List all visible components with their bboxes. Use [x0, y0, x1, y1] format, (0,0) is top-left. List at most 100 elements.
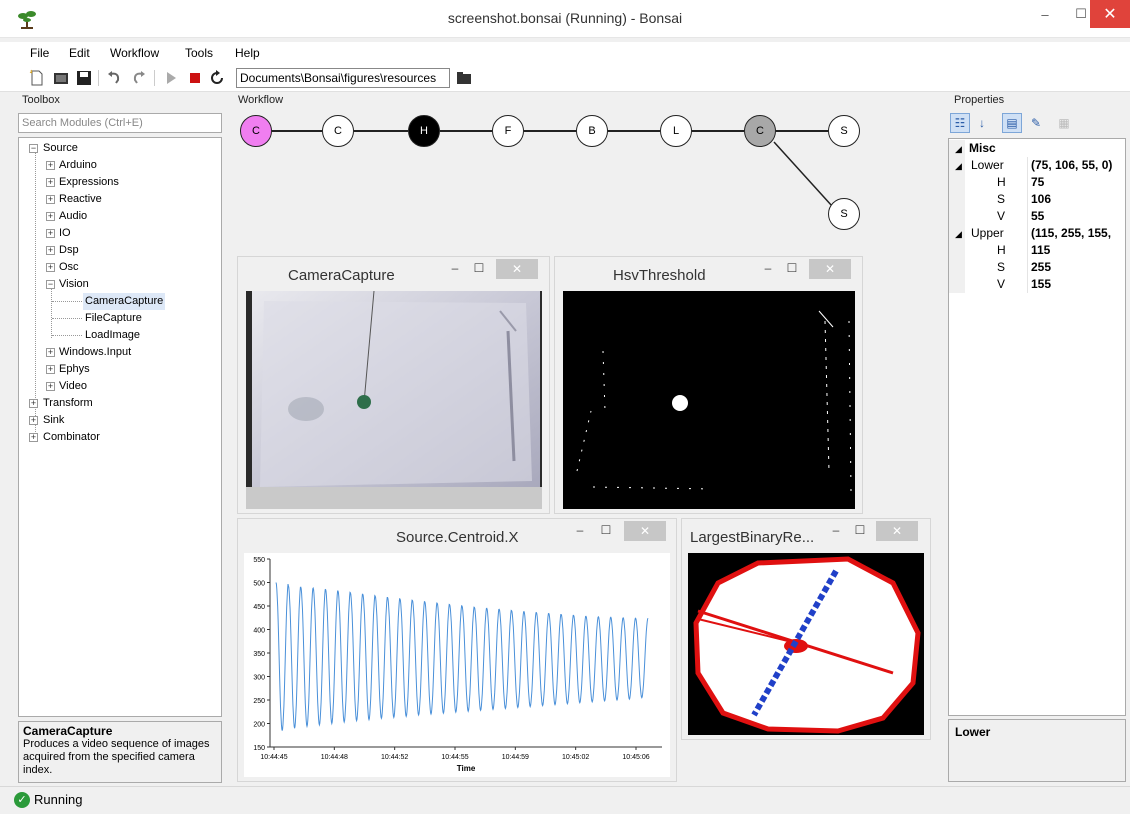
toolbox-description: CameraCapture Produces a video sequence …: [18, 721, 222, 783]
property-value[interactable]: (115, 255, 155,: [1031, 225, 1111, 242]
property-pages-icon[interactable]: ▦: [1054, 113, 1074, 133]
collapse-icon[interactable]: ◢: [955, 158, 962, 175]
property-row-lower-s[interactable]: S 106: [949, 191, 1125, 208]
visualizer-close-button[interactable]: ✕: [624, 521, 666, 541]
property-row-upper-h[interactable]: H 115: [949, 242, 1125, 259]
workflow-edge: [776, 130, 828, 132]
save-icon[interactable]: [75, 69, 93, 87]
tree-item-loadimage[interactable]: LoadImage: [85, 327, 140, 344]
collapse-toggle[interactable]: −: [46, 280, 55, 289]
y-tick-label: 550: [253, 557, 265, 564]
running-check-icon: ✓: [14, 792, 30, 808]
x-tick-label: 10:45:02: [562, 754, 589, 761]
property-value[interactable]: 55: [1031, 208, 1044, 225]
visualizer-minimize-button[interactable]: –: [570, 521, 590, 541]
visualizer-maximize-button[interactable]: ☐: [782, 259, 802, 279]
collapse-toggle[interactable]: −: [29, 144, 38, 153]
visualizer-maximize-button[interactable]: ☐: [850, 521, 870, 541]
menu-bar: File Edit Workflow Tools Help: [0, 42, 1130, 64]
property-grid[interactable]: ◢ Misc ◢ Lower (75, 106, 55, 0) H 75 S 1…: [948, 138, 1126, 716]
properties-view-icon[interactable]: ▤: [1002, 113, 1022, 133]
menu-help[interactable]: Help: [235, 46, 260, 60]
property-value[interactable]: 115: [1031, 242, 1050, 259]
workflow-node[interactable]: F: [492, 115, 524, 147]
property-value[interactable]: (75, 106, 55, 0): [1031, 157, 1112, 174]
collapse-icon[interactable]: ◢: [955, 141, 962, 158]
expand-toggle[interactable]: +: [29, 416, 38, 425]
workflow-node-hsvthreshold[interactable]: H: [408, 115, 440, 147]
workflow-node[interactable]: L: [660, 115, 692, 147]
menu-edit[interactable]: Edit: [69, 46, 90, 60]
expand-toggle[interactable]: +: [46, 365, 55, 374]
expand-toggle[interactable]: +: [46, 161, 55, 170]
property-row-upper-v[interactable]: V 155: [949, 276, 1125, 293]
visualizer-minimize-button[interactable]: –: [826, 521, 846, 541]
tree-item-filecapture[interactable]: FileCapture: [85, 310, 142, 327]
expand-toggle[interactable]: +: [46, 263, 55, 272]
workflow-edge: [692, 130, 744, 132]
y-tick-label: 400: [253, 628, 265, 635]
visualizer-close-button[interactable]: ✕: [496, 259, 538, 279]
expand-toggle[interactable]: +: [46, 178, 55, 187]
y-tick-label: 250: [253, 698, 265, 705]
working-directory-field[interactable]: Documents\Bonsai\figures\resources: [236, 68, 450, 88]
property-value[interactable]: 106: [1031, 191, 1051, 208]
undo-icon[interactable]: [105, 69, 123, 87]
restart-icon[interactable]: [208, 69, 226, 87]
collapse-icon[interactable]: ◢: [955, 226, 962, 243]
start-icon[interactable]: [162, 69, 180, 87]
x-tick-label: 10:44:48: [321, 754, 348, 761]
menu-workflow[interactable]: Workflow: [110, 46, 159, 60]
centroid-line-chart[interactable]: 550 500 450 400 350 300 250 200 150 10:44:45 10:44…: [244, 553, 670, 777]
menu-file[interactable]: File: [30, 46, 49, 60]
workflow-node-cameracapture[interactable]: C: [240, 115, 272, 147]
visualizer-maximize-button[interactable]: ☐: [469, 259, 489, 279]
properties-label: Properties: [954, 94, 1005, 106]
sort-alphabetical-icon[interactable]: ↓: [972, 113, 992, 133]
y-tick-label: 200: [253, 722, 265, 729]
visualizer-minimize-button[interactable]: –: [445, 259, 465, 279]
expand-toggle[interactable]: +: [46, 382, 55, 391]
property-row-upper[interactable]: ◢ Upper (115, 255, 155,: [949, 225, 1125, 242]
expand-toggle[interactable]: +: [46, 229, 55, 238]
minimize-button[interactable]: –: [1027, 0, 1063, 28]
tree-item-cameracapture[interactable]: CameraCapture: [83, 293, 166, 310]
expand-toggle[interactable]: +: [29, 433, 38, 442]
expand-toggle[interactable]: +: [46, 195, 55, 204]
browse-folder-icon[interactable]: [455, 69, 473, 87]
property-row-lower[interactable]: ◢ Lower (75, 106, 55, 0): [949, 157, 1125, 174]
workflow-node[interactable]: C: [322, 115, 354, 147]
visualizer-maximize-button[interactable]: ☐: [596, 521, 616, 541]
property-row-lower-h[interactable]: H 75: [949, 174, 1125, 191]
close-button[interactable]: ✕: [1090, 0, 1130, 28]
property-value[interactable]: 155: [1031, 276, 1051, 293]
workflow-node[interactable]: S: [828, 198, 860, 230]
expand-toggle[interactable]: +: [46, 246, 55, 255]
property-row-upper-s[interactable]: S 255: [949, 259, 1125, 276]
property-row-lower-v[interactable]: V 55: [949, 208, 1125, 225]
workflow-node[interactable]: S: [828, 115, 860, 147]
description-title: CameraCapture: [23, 724, 113, 738]
redo-icon[interactable]: [130, 69, 148, 87]
property-value[interactable]: 255: [1031, 259, 1051, 276]
open-folder-icon[interactable]: [52, 69, 70, 87]
toolbox-tree[interactable]: − Source + Arduino + Expressions + React…: [18, 137, 222, 717]
visualizer-close-button[interactable]: ✕: [876, 521, 918, 541]
search-modules-input[interactable]: Search Modules (Ctrl+E): [18, 113, 222, 133]
visualizer-close-button[interactable]: ✕: [809, 259, 851, 279]
expand-toggle[interactable]: +: [46, 212, 55, 221]
workflow-edge-branch: [773, 141, 833, 207]
expand-toggle[interactable]: +: [29, 399, 38, 408]
property-category-misc[interactable]: ◢ Misc: [949, 140, 1125, 157]
events-view-icon[interactable]: ✎: [1026, 113, 1046, 133]
expand-toggle[interactable]: +: [46, 348, 55, 357]
stop-icon[interactable]: [186, 69, 204, 87]
tree-connector: [52, 318, 82, 319]
workflow-node[interactable]: B: [576, 115, 608, 147]
workflow-node[interactable]: C: [744, 115, 776, 147]
menu-tools[interactable]: Tools: [185, 46, 213, 60]
property-value[interactable]: 75: [1031, 174, 1044, 191]
visualizer-minimize-button[interactable]: –: [758, 259, 778, 279]
new-file-icon[interactable]: [28, 69, 46, 87]
categorized-icon[interactable]: ☷: [950, 113, 970, 133]
